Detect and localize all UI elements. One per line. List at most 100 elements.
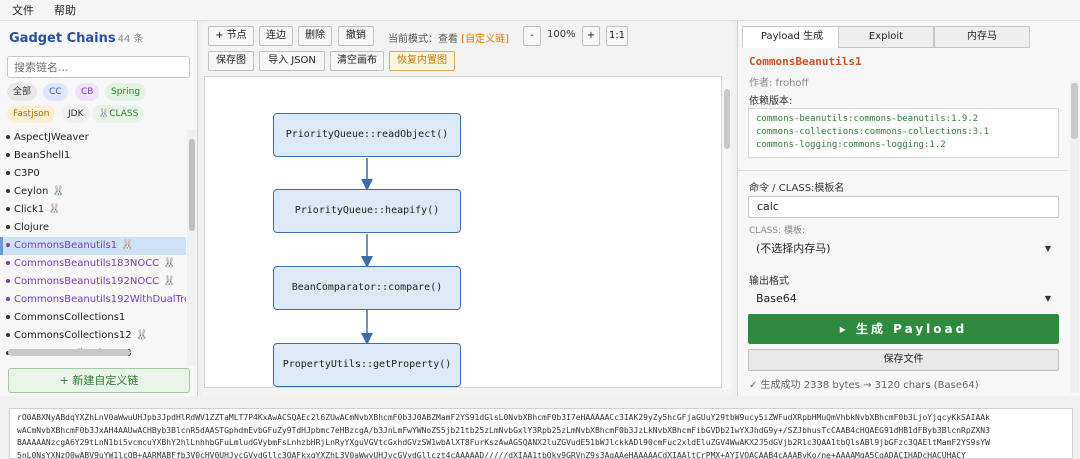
chain-list-scroll-thumb[interactable] xyxy=(189,139,195,231)
chain-item[interactable]: Clojure xyxy=(0,219,186,237)
tab-payload[interactable]: Payload 生成 xyxy=(742,26,842,48)
chevron-down-icon: ▼ xyxy=(1044,294,1051,303)
chain-name: CommonsBeanutils192WithDualTre xyxy=(14,294,186,305)
chain-name: Clojure xyxy=(14,222,50,233)
chain-name: CommonsBeanutils1 xyxy=(14,240,118,251)
deps-box: commons-beanutils:commons-beanutils:1.9.… xyxy=(748,108,1059,158)
menu-bar: 文件 帮助 xyxy=(0,0,1080,21)
chain-item[interactable]: CommonsBeanutils183NOCC 🐰 xyxy=(0,255,186,273)
zoom-level: 100% xyxy=(547,29,576,40)
bullet-icon xyxy=(6,207,10,211)
chain-item[interactable]: CommonsBeanutils192WithDualTre xyxy=(0,291,186,309)
cmd-label: 命令 / CLASS:模板名 xyxy=(749,183,845,194)
mode-label: 当前模式：查看 xyxy=(388,34,458,45)
memshell-icon: 🐰 xyxy=(48,204,61,215)
output-line: wACmNvbXBhcmF0b3JxAH4AAUwACHByb3BlcnR5dA… xyxy=(17,425,990,435)
class-template-select[interactable]: (不选择内存马) ▼ xyxy=(748,238,1059,260)
tab-memshell[interactable]: 内存马 xyxy=(934,26,1030,48)
memshell-icon: 🐰 xyxy=(135,330,149,341)
reset-zoom-button[interactable]: 1:1 xyxy=(606,26,628,46)
chain-item[interactable]: CommonsBeanutils192NOCC 🐰 xyxy=(0,273,186,291)
bullet-icon xyxy=(6,225,10,229)
new-custom-chain-button[interactable]: + 新建自定义链 xyxy=(8,368,190,393)
graph-node[interactable]: BeanComparator::compare() xyxy=(273,266,461,310)
menu-help[interactable]: 帮助 xyxy=(54,2,76,18)
canvas-scroll-thumb[interactable] xyxy=(724,89,730,149)
graph-node[interactable]: PropertyUtils::getProperty() xyxy=(273,343,461,387)
divider xyxy=(738,170,1068,171)
dep-item: commons-collections:commons-collections:… xyxy=(756,127,989,137)
tag-filter[interactable]: 全部 xyxy=(7,83,38,101)
bullet-icon xyxy=(6,243,10,247)
memshell-icon: 🐰 xyxy=(163,276,176,287)
generate-payload-button[interactable]: ▸ 生成 Payload xyxy=(748,314,1059,344)
chain-count: 44 条 xyxy=(117,34,144,45)
mode-indicator: 当前模式：查看 [自定义链] xyxy=(388,30,509,45)
chain-sidebar: Gadget Chains44 条 全部 CC CB Spring Fastjson JD… xyxy=(0,21,198,396)
sidebar-title: Gadget Chains 44 条 xyxy=(9,30,144,46)
zoom-in-button[interactable]: + xyxy=(582,26,600,46)
chain-name: BeanShell1 xyxy=(14,150,71,161)
chevron-down-icon: ▼ xyxy=(1044,244,1051,253)
output-line: rO0ABXNyABdqYXZhLnV0aWwuUHJpb3JpdHlRdWV1… xyxy=(17,413,990,422)
graph-canvas[interactable]: PriorityQueue::readObject() PriorityQueu… xyxy=(204,76,722,388)
memshell-icon: 🐰 xyxy=(121,240,134,251)
format-value: Base64 xyxy=(756,292,797,305)
payload-panel-scroll-thumb[interactable] xyxy=(1071,83,1078,139)
bullet-icon xyxy=(6,189,10,193)
status-text: ✓ 生成成功 2338 bytes → 3120 chars (Base64) xyxy=(749,380,979,391)
memshell-icon: 🐰 xyxy=(52,186,65,197)
import-json-button[interactable]: 导入 JSON xyxy=(259,51,325,71)
tag-filter[interactable]: JDK xyxy=(62,105,90,123)
tag-filter[interactable]: Fastjson xyxy=(7,105,56,123)
save-file-button[interactable]: 保存文件 xyxy=(748,349,1059,371)
bullet-icon xyxy=(6,153,10,157)
sidebar-title-text: Gadget Chains xyxy=(9,31,116,46)
mode-value: [自定义链] xyxy=(461,34,509,45)
tab-exploit[interactable]: Exploit xyxy=(838,26,934,48)
clear-canvas-button[interactable]: 清空画布 xyxy=(330,51,384,71)
undo-button[interactable]: 撤销 xyxy=(338,26,374,46)
chain-item[interactable]: Ceylon 🐰 xyxy=(0,183,186,201)
chain-item[interactable]: CommonsCollections1 xyxy=(0,309,186,327)
bullet-icon xyxy=(6,261,10,265)
chain-item[interactable]: C3P0 xyxy=(0,165,186,183)
class-template-label: CLASS: 模板: xyxy=(749,226,806,236)
add-node-button[interactable]: + 节点 xyxy=(208,26,254,46)
restore-builtin-button[interactable]: 恢复内置图 xyxy=(389,51,455,71)
deps-label: 依赖版本: xyxy=(749,96,793,107)
tag-filter[interactable]: 🐰CLASS xyxy=(92,105,145,123)
delete-button[interactable]: 删除 xyxy=(298,26,332,46)
chain-list: AspectJWeaver BeanShell1 C3P0 Ceylon 🐰 Click1… xyxy=(0,129,186,365)
payload-title: CommonsBeanutils1 xyxy=(749,55,862,68)
zoom-out-button[interactable]: - xyxy=(523,26,541,46)
chain-item[interactable]: AspectJWeaver xyxy=(0,129,186,147)
menu-file[interactable]: 文件 xyxy=(12,2,34,18)
tag-filter[interactable]: Spring xyxy=(105,83,147,101)
graph-node[interactable]: PriorityQueue::heapify() xyxy=(273,189,461,233)
payload-output[interactable]: rO0ABXNyABdqYXZhLnV0aWwuUHJpb3JpdHlRdWV1… xyxy=(9,408,1073,459)
chain-name: Ceylon xyxy=(14,186,49,197)
memshell-icon: 🐰 xyxy=(163,258,176,269)
chain-item[interactable]: CommonsBeanutils1 🐰 xyxy=(0,237,186,255)
save-image-button[interactable]: 保存图 xyxy=(208,51,254,71)
class-template-value: (不选择内存马) xyxy=(756,242,831,255)
format-select[interactable]: Base64 ▼ xyxy=(748,288,1059,310)
graph-node[interactable]: PriorityQueue::readObject() xyxy=(273,113,461,157)
chain-list-hscroll-thumb[interactable] xyxy=(8,349,130,356)
chain-name: CommonsBeanutils192NOCC xyxy=(14,276,160,287)
chain-item[interactable]: Click1 🐰 xyxy=(0,201,186,219)
chain-search-input[interactable] xyxy=(7,56,190,78)
tag-filter[interactable]: CB xyxy=(75,83,100,101)
bullet-icon xyxy=(6,279,10,283)
command-input[interactable]: calc xyxy=(748,196,1059,218)
graph-panel: + 节点 连边 删除 撤销 当前模式：查看 [自定义链] - 100% + 1:… xyxy=(202,21,733,396)
chain-name: CommonsCollections1 xyxy=(14,312,126,323)
chain-item[interactable]: BeanShell1 xyxy=(0,147,186,165)
chain-name: CommonsBeanutils183NOCC xyxy=(14,258,160,269)
tag-filter[interactable]: CC xyxy=(43,83,68,101)
chain-name: AspectJWeaver xyxy=(14,132,89,143)
connect-button[interactable]: 连边 xyxy=(259,26,293,46)
chain-item[interactable]: CommonsCollections12 🐰 xyxy=(0,327,186,345)
output-line: 5nL0NsYXNzO0wABV9uYW1lcQB+AARMABFfb3V0cH… xyxy=(17,450,966,459)
